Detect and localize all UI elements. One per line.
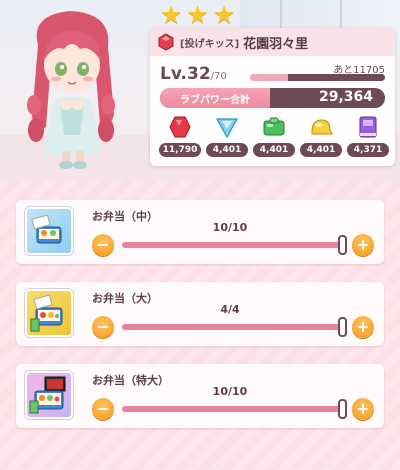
level-prefix: Lv. <box>160 64 187 84</box>
decrease-button[interactable]: − <box>92 316 114 338</box>
exp-bar-fill <box>250 74 288 81</box>
quantity-slider-fill <box>122 406 342 412</box>
level-value: 32 <box>187 64 211 84</box>
yellow-cap-icon <box>311 119 333 135</box>
character-panel: ★ ★ ★ [投げキッス] 花園羽々里 Lv. 32 /70 あと11705 ラ… <box>0 0 400 180</box>
card-title-tag: [投げキッス] <box>180 38 240 50</box>
exp-bar <box>250 74 385 81</box>
item-count: 4,371 <box>347 143 389 157</box>
bento-quantity: 10/10 <box>212 385 248 398</box>
item-green[interactable]: 4,401 <box>253 114 295 157</box>
bento-list: お弁当（中） 10/10 − + お弁当（大） 4/4 − + お弁当（特大） … <box>0 180 400 470</box>
character-name: 花園羽々里 <box>243 36 309 52</box>
level-display: Lv. 32 /70 <box>160 64 227 84</box>
bento-row-large: お弁当（大） 4/4 − + <box>16 282 384 346</box>
item-red[interactable]: 11,790 <box>159 114 201 157</box>
rarity-stars: ★ ★ ★ <box>160 2 235 27</box>
bento-quantity: 4/4 <box>220 303 240 316</box>
quantity-slider-handle[interactable] <box>338 399 347 419</box>
bento-row-medium: お弁当（中） 10/10 − + <box>16 200 384 264</box>
item-count: 11,790 <box>159 143 201 157</box>
quantity-slider-fill <box>122 324 342 330</box>
red-gem-badge-icon <box>158 33 174 51</box>
blue-triangle-icon <box>215 118 239 139</box>
material-items: 11,790 4,401 4,401 4,401 4,371 <box>159 114 389 157</box>
quantity-slider-track[interactable] <box>122 324 342 330</box>
bento-row-xl: お弁当（特大） 10/10 − + <box>16 364 384 428</box>
quantity-slider-handle[interactable] <box>338 317 347 337</box>
character-chibi-illustration <box>27 11 115 169</box>
decrease-button[interactable]: − <box>92 234 114 256</box>
item-purple[interactable]: 4,371 <box>347 114 389 157</box>
name-bar: [投げキッス] 花園羽々里 <box>150 28 395 56</box>
star-icon: ★ <box>186 0 209 29</box>
item-count: 4,401 <box>300 143 342 157</box>
green-box-icon <box>263 117 285 136</box>
level-max: /70 <box>210 71 227 82</box>
red-gem-icon <box>169 116 191 138</box>
decrease-button[interactable]: − <box>92 398 114 420</box>
love-power-label: ラブパワー合計 <box>160 88 270 108</box>
love-power-value: 29,364 <box>318 89 373 105</box>
star-icon: ★ <box>160 0 183 29</box>
quantity-slider-handle[interactable] <box>338 235 347 255</box>
item-count: 4,401 <box>253 143 295 157</box>
increase-button[interactable]: + <box>352 316 374 338</box>
item-yellow[interactable]: 4,401 <box>300 114 342 157</box>
quantity-slider-fill <box>122 242 342 248</box>
purple-book-icon <box>359 116 377 138</box>
character-info-card: [投げキッス] 花園羽々里 Lv. 32 /70 あと11705 ラブパワー合計… <box>150 28 395 166</box>
love-power-bar: ラブパワー合計 29,364 <box>160 88 385 108</box>
bento-quantity: 10/10 <box>212 221 248 234</box>
increase-button[interactable]: + <box>352 234 374 256</box>
increase-button[interactable]: + <box>352 398 374 420</box>
quantity-slider-track[interactable] <box>122 406 342 412</box>
item-count: 4,401 <box>206 143 248 157</box>
star-icon: ★ <box>212 0 236 29</box>
item-blue[interactable]: 4,401 <box>206 114 248 157</box>
quantity-slider-track[interactable] <box>122 242 342 248</box>
